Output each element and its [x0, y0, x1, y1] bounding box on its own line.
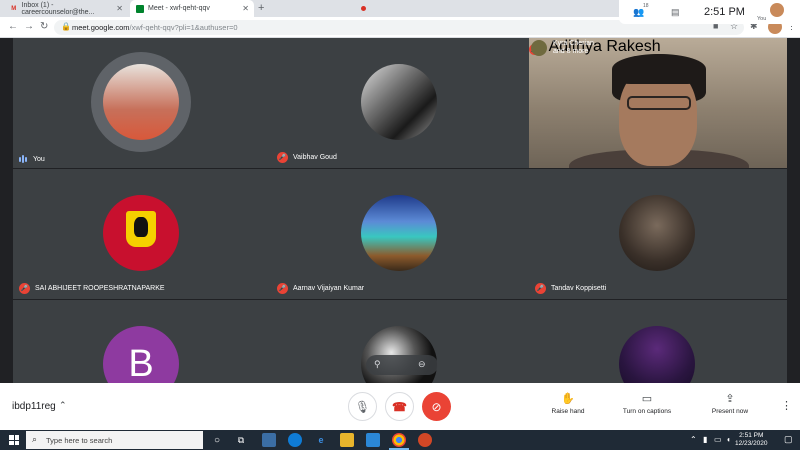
- store-icon[interactable]: [366, 433, 380, 447]
- task-view-icon[interactable]: ⧉: [234, 433, 248, 447]
- taskbar-clock[interactable]: 2:51 PM 12/23/2020: [735, 432, 768, 448]
- meeting-code[interactable]: ibdp11reg: [12, 401, 56, 412]
- participant-name: Vaibhav Goud: [293, 154, 337, 161]
- url-text: meet.google.com/xwf-qeht-qqv?pli=1&authu…: [72, 23, 238, 32]
- tab-meet[interactable]: Meet - xwf-qeht-qqv ✕: [130, 0, 366, 17]
- tile-hover-controls: ⚲ ⊖: [366, 355, 438, 375]
- back-arrow-icon[interactable]: ←: [8, 21, 18, 32]
- participant-tile-you[interactable]: You: [13, 38, 271, 168]
- camera-off-button[interactable]: ⊘: [422, 392, 451, 421]
- avatar: [103, 64, 179, 140]
- more-options-icon[interactable]: ⋮: [781, 399, 792, 412]
- recording-dot-icon: [361, 6, 366, 11]
- tab-title: Inbox (1) - careercounselor@the...: [21, 1, 95, 16]
- participant-name: Aarnav Vijaiyan Kumar: [293, 285, 365, 292]
- avatar: [103, 195, 179, 271]
- camera-off-icon: ⊘: [431, 399, 442, 414]
- present-now-button[interactable]: ⇪ Present now: [707, 392, 753, 415]
- tab-title: Meet - xwf-qeht-qqv: [148, 5, 210, 12]
- search-placeholder: Type here to search: [46, 436, 113, 445]
- participant-count: 18: [643, 3, 649, 9]
- present-icon: ⇪: [725, 393, 735, 405]
- tray-chevron-icon[interactable]: ⌃: [690, 435, 697, 444]
- screen: M Inbox (1) - careercounselor@the... ✕ M…: [0, 0, 800, 450]
- avatar: [619, 326, 695, 383]
- new-tab-button[interactable]: +: [258, 2, 264, 14]
- participant-tile-9[interactable]: [529, 300, 787, 383]
- mic-off-icon: 🎤: [535, 283, 546, 294]
- pin-icon[interactable]: ⚲: [374, 359, 381, 370]
- people-overlay: Kyra Cherian and 8 more: [529, 38, 787, 64]
- battery-icon[interactable]: ▭: [714, 435, 722, 444]
- windows-taskbar: ⌕ Type here to search ○ ⧉ e ⌃ ▮ ▭ ◖ 2:51…: [0, 430, 800, 450]
- notification-icon[interactable]: ▢: [784, 434, 793, 445]
- participant-name: SAI ABHIJEET ROOPESHRATNAPARKE: [35, 285, 165, 292]
- participant-tile-sai[interactable]: 🎤 SAI ABHIJEET ROOPESHRATNAPARKE: [13, 169, 271, 299]
- avatar: B: [103, 326, 179, 383]
- mic-off-icon: 🎤: [277, 152, 288, 163]
- close-tab-icon[interactable]: ✕: [116, 4, 123, 13]
- people-chip[interactable]: Kyra Cherian and 8 more: [531, 40, 594, 56]
- hang-up-icon: ☎: [392, 399, 407, 414]
- chrome-icon[interactable]: [389, 433, 409, 450]
- microphone-button[interactable]: 🎙: [348, 392, 377, 421]
- app-icon[interactable]: [262, 433, 276, 447]
- meeting-controls: ibdp11reg ⌃ 🎙 ☎ ⊘ ✋ Raise hand ▭ Turn on…: [0, 383, 800, 430]
- reload-icon[interactable]: ↻: [40, 21, 48, 32]
- cortana-icon[interactable]: ○: [210, 433, 224, 447]
- ie-icon[interactable]: e: [314, 433, 328, 447]
- remove-icon[interactable]: ⊖: [418, 359, 426, 370]
- windows-start-icon[interactable]: [9, 435, 19, 445]
- captions-button[interactable]: ▭ Turn on captions: [617, 392, 677, 415]
- gmail-icon: M: [11, 5, 17, 12]
- file-explorer-icon[interactable]: [340, 433, 354, 447]
- avatar: [531, 40, 547, 56]
- powerpoint-icon[interactable]: [418, 433, 432, 447]
- close-tab-icon[interactable]: ✕: [242, 4, 249, 13]
- chat-icon[interactable]: ▤: [671, 7, 680, 18]
- mic-off-icon: 🎤: [19, 283, 30, 294]
- audio-level-icon: [19, 155, 27, 163]
- self-avatar[interactable]: [770, 3, 784, 17]
- meeting-info-bar: 👥 18 ▤ 2:51 PM You: [619, 0, 800, 24]
- avatar: [361, 195, 437, 271]
- self-label: You: [757, 16, 767, 22]
- participant-name: Tandav Koppisetti: [551, 285, 607, 292]
- edge-icon[interactable]: [288, 433, 302, 447]
- lock-icon: 🔒: [61, 22, 71, 31]
- mic-tray-icon[interactable]: ▮: [703, 435, 707, 444]
- participant-name: You: [33, 155, 45, 163]
- participant-tile-tandav[interactable]: 🎤 Tandav Koppisetti: [529, 169, 787, 299]
- leave-call-button[interactable]: ☎: [385, 392, 414, 421]
- avatar: [361, 64, 437, 140]
- mic-off-icon: 🎤: [277, 283, 288, 294]
- taskbar-search[interactable]: ⌕ Type here to search: [26, 431, 203, 449]
- participant-tile-aarnav[interactable]: 🎤 Aarnav Vijaiyan Kumar: [271, 169, 529, 299]
- microphone-icon: 🎙: [354, 399, 371, 414]
- tab-gmail-inbox[interactable]: M Inbox (1) - careercounselor@the... ✕: [4, 0, 128, 17]
- forward-arrow-icon[interactable]: →: [24, 21, 34, 32]
- search-icon: ⌕: [32, 434, 38, 444]
- participant-tile-b[interactable]: B: [13, 300, 271, 383]
- chevron-up-icon[interactable]: ⌃: [59, 400, 67, 411]
- captions-icon: ▭: [641, 393, 653, 405]
- meet-icon: [136, 4, 144, 13]
- meet-video-grid: You 🎤 Vaibhav Goud 🎤 Adithya Rakesh: [0, 38, 800, 383]
- participant-tile-vaibhav[interactable]: 🎤 Vaibhav Goud: [271, 38, 529, 168]
- raise-hand-button[interactable]: ✋ Raise hand: [548, 392, 588, 415]
- avatar: [619, 195, 695, 271]
- meeting-clock: 2:51 PM: [704, 6, 745, 18]
- hand-icon: ✋: [561, 393, 575, 405]
- speaker-icon[interactable]: ◖: [726, 435, 731, 444]
